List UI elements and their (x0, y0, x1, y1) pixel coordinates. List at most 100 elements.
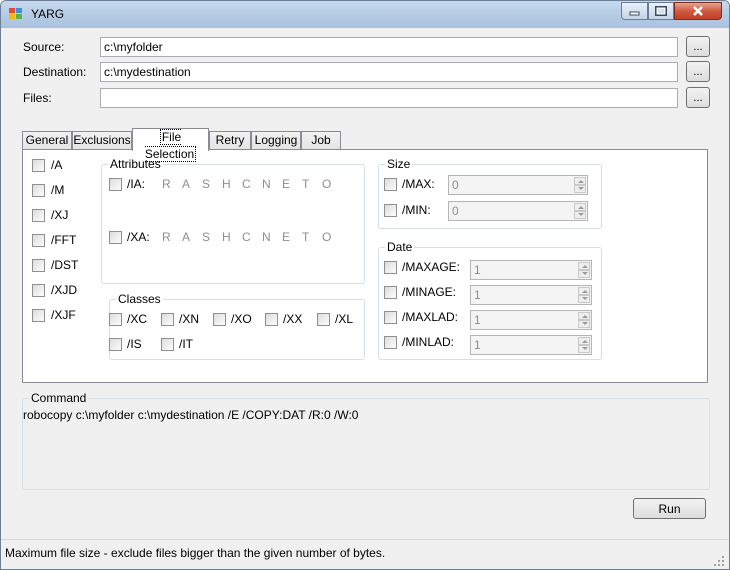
max-size-checkbox[interactable] (384, 178, 397, 191)
resize-grip-icon[interactable] (713, 555, 725, 567)
option-dst-checkbox[interactable] (32, 259, 45, 272)
minlad-label: /MINLAD: (402, 335, 455, 349)
minage-spinner[interactable]: 1 (470, 285, 592, 305)
maxlad-up-icon[interactable] (578, 312, 590, 320)
class-xx-checkbox[interactable] (265, 313, 278, 326)
classes-group: Classes /XC /XN /XO /XX /XL /IS /IT (109, 292, 365, 360)
tab-job[interactable]: Job (301, 131, 341, 150)
max-size-up-icon[interactable] (574, 177, 586, 185)
source-input[interactable] (100, 37, 678, 57)
destination-label: Destination: (23, 65, 87, 79)
option-m-checkbox[interactable] (32, 184, 45, 197)
xa-letter-e[interactable]: E (282, 230, 302, 244)
tab-retry[interactable]: Retry (209, 131, 251, 150)
option-fft-checkbox[interactable] (32, 234, 45, 247)
minage-up-icon[interactable] (578, 287, 590, 295)
files-input[interactable] (100, 88, 678, 108)
class-is-checkbox[interactable] (109, 338, 122, 351)
class-xn-checkbox[interactable] (161, 313, 174, 326)
option-a-checkbox[interactable] (32, 159, 45, 172)
run-button[interactable]: Run (633, 498, 706, 519)
maxlad-down-icon[interactable] (578, 320, 590, 328)
option-m-label: /M (51, 183, 65, 197)
ia-letter-e[interactable]: E (282, 177, 302, 191)
minlad-checkbox[interactable] (384, 336, 397, 349)
option-xjd-checkbox[interactable] (32, 284, 45, 297)
source-browse-button[interactable]: ... (686, 36, 710, 57)
date-title: Date (385, 240, 415, 254)
app-icon (9, 8, 23, 20)
class-it-checkbox[interactable] (161, 338, 174, 351)
min-size-down-icon[interactable] (574, 211, 586, 219)
tab-exclusions[interactable]: Exclusions (72, 131, 132, 150)
option-dst-label: /DST (51, 258, 79, 272)
tab-general[interactable]: General (22, 131, 72, 150)
option-xjd-label: /XJD (51, 283, 78, 297)
ia-letter-o[interactable]: O (322, 177, 342, 191)
minimize-button[interactable] (621, 2, 648, 20)
xa-letter-n[interactable]: N (262, 230, 282, 244)
ia-letter-s[interactable]: S (202, 177, 222, 191)
close-icon (693, 6, 703, 16)
xa-letter-c[interactable]: C (242, 230, 262, 244)
maxage-spinner[interactable]: 1 (470, 260, 592, 280)
ia-checkbox[interactable] (109, 178, 122, 191)
class-xo-checkbox[interactable] (213, 313, 226, 326)
destination-browse-button[interactable]: ... (686, 61, 710, 82)
xa-letter-t[interactable]: T (302, 230, 322, 244)
min-size-up-icon[interactable] (574, 203, 586, 211)
xa-letter-a[interactable]: A (182, 230, 202, 244)
class-xc-checkbox[interactable] (109, 313, 122, 326)
title-bar[interactable]: YARG (1, 1, 729, 28)
ia-letter-a[interactable]: A (182, 177, 202, 191)
class-xx-label: /XX (283, 312, 303, 326)
maxlad-spinner[interactable]: 1 (470, 310, 592, 330)
ia-letter-r[interactable]: R (162, 177, 182, 191)
minage-down-icon[interactable] (578, 295, 590, 303)
maxlad-checkbox[interactable] (384, 311, 397, 324)
xa-letter-s[interactable]: S (202, 230, 222, 244)
maxage-label: /MAXAGE: (402, 260, 461, 274)
ia-letter-n[interactable]: N (262, 177, 282, 191)
ia-letter-h[interactable]: H (222, 177, 242, 191)
max-size-label: /MAX: (402, 177, 435, 191)
min-size-value: 0 (452, 204, 459, 218)
minlad-value: 1 (474, 338, 481, 352)
minlad-down-icon[interactable] (578, 345, 590, 353)
tab-file-selection-label: File Selection (144, 129, 197, 162)
maxage-up-icon[interactable] (578, 262, 590, 270)
maxage-checkbox[interactable] (384, 261, 397, 274)
minlad-spinner[interactable]: 1 (470, 335, 592, 355)
file-selection-panel: /A /M /XJ /FFT /DST /XJD /XJF Attributes… (22, 149, 708, 383)
min-size-spinner[interactable]: 0 (448, 201, 588, 221)
ia-letter-c[interactable]: C (242, 177, 262, 191)
option-xjf-checkbox[interactable] (32, 309, 45, 322)
maxage-down-icon[interactable] (578, 270, 590, 278)
status-text: Maximum file size - exclude files bigger… (5, 546, 386, 560)
attributes-group: Attributes /IA: RASHCNETO /XA: RASHCNETO (101, 157, 365, 284)
close-button[interactable] (674, 2, 722, 20)
max-size-down-icon[interactable] (574, 185, 586, 193)
files-browse-button[interactable]: ... (686, 87, 710, 108)
command-group: Command robocopy c:\myfolder c:\mydestin… (22, 391, 710, 490)
xa-letter-o[interactable]: O (322, 230, 342, 244)
class-xc-label: /XC (127, 312, 148, 326)
min-size-checkbox[interactable] (384, 204, 397, 217)
ia-label: /IA: (127, 177, 146, 191)
class-xl-checkbox[interactable] (317, 313, 330, 326)
tab-logging[interactable]: Logging (251, 131, 301, 150)
max-size-spinner[interactable]: 0 (448, 175, 588, 195)
destination-input[interactable] (100, 62, 678, 82)
xa-letter-r[interactable]: R (162, 230, 182, 244)
maximize-button[interactable] (648, 2, 674, 20)
option-xj-checkbox[interactable] (32, 209, 45, 222)
xa-checkbox[interactable] (109, 231, 122, 244)
classes-title: Classes (116, 292, 163, 306)
minage-checkbox[interactable] (384, 286, 397, 299)
minlad-up-icon[interactable] (578, 337, 590, 345)
xa-letter-h[interactable]: H (222, 230, 242, 244)
window-title: YARG (31, 7, 65, 21)
command-text[interactable]: robocopy c:\myfolder c:\mydestination /E… (23, 408, 358, 422)
tab-file-selection[interactable]: File Selection (132, 128, 209, 162)
ia-letter-t[interactable]: T (302, 177, 322, 191)
